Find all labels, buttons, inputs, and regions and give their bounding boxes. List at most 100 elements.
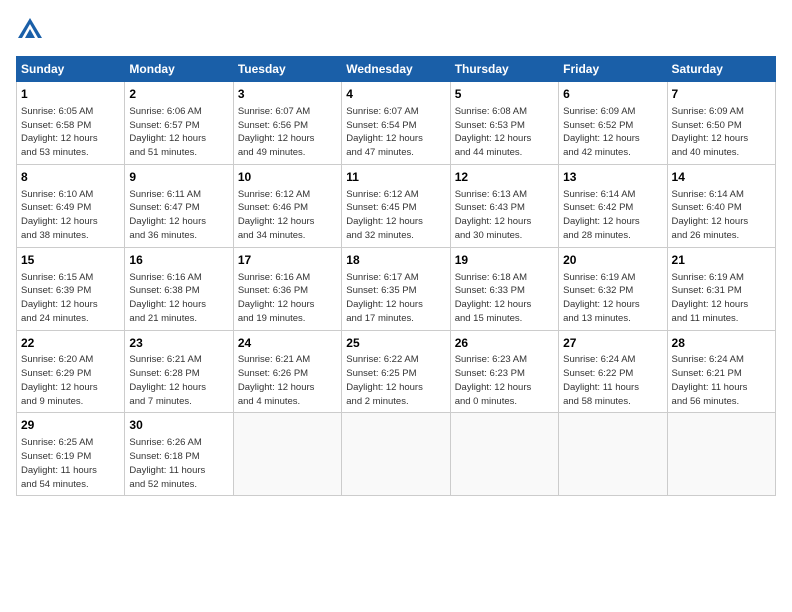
day-number: 5: [455, 86, 554, 103]
day-number: 17: [238, 252, 337, 269]
day-number: 8: [21, 169, 120, 186]
day-number: 19: [455, 252, 554, 269]
day-number: 25: [346, 335, 445, 352]
calendar-cell: 5 Sunrise: 6:08 AMSunset: 6:53 PMDaylight…: [450, 82, 558, 165]
calendar-cell: 20 Sunrise: 6:19 AMSunset: 6:32 PMDayligh…: [559, 247, 667, 330]
day-info: Sunrise: 6:06 AMSunset: 6:57 PMDaylight:…: [129, 105, 228, 160]
day-info: Sunrise: 6:09 AMSunset: 6:52 PMDaylight:…: [563, 105, 662, 160]
day-info: Sunrise: 6:21 AMSunset: 6:26 PMDaylight:…: [238, 353, 337, 408]
day-number: 12: [455, 169, 554, 186]
day-number: 26: [455, 335, 554, 352]
day-number: 6: [563, 86, 662, 103]
calendar-cell: 8 Sunrise: 6:10 AMSunset: 6:49 PMDaylight…: [17, 164, 125, 247]
calendar-cell: 13 Sunrise: 6:14 AMSunset: 6:42 PMDayligh…: [559, 164, 667, 247]
day-number: 9: [129, 169, 228, 186]
calendar-cell: 4 Sunrise: 6:07 AMSunset: 6:54 PMDaylight…: [342, 82, 450, 165]
weekday-header-sunday: Sunday: [17, 57, 125, 82]
day-info: Sunrise: 6:19 AMSunset: 6:32 PMDaylight:…: [563, 271, 662, 326]
day-info: Sunrise: 6:23 AMSunset: 6:23 PMDaylight:…: [455, 353, 554, 408]
calendar-body: 1 Sunrise: 6:05 AMSunset: 6:58 PMDaylight…: [17, 82, 776, 496]
calendar-cell: 23Sunrise: 6:21 AMSunset: 6:28 PMDayligh…: [125, 330, 233, 413]
header: [16, 16, 776, 44]
day-info: Sunrise: 6:15 AMSunset: 6:39 PMDaylight:…: [21, 271, 120, 326]
calendar-week-row: 1 Sunrise: 6:05 AMSunset: 6:58 PMDaylight…: [17, 82, 776, 165]
calendar-cell: 21 Sunrise: 6:19 AMSunset: 6:31 PMDayligh…: [667, 247, 775, 330]
calendar-cell: 9Sunrise: 6:11 AMSunset: 6:47 PMDaylight…: [125, 164, 233, 247]
day-info: Sunrise: 6:21 AMSunset: 6:28 PMDaylight:…: [129, 353, 228, 408]
day-info: Sunrise: 6:24 AMSunset: 6:21 PMDaylight:…: [672, 353, 771, 408]
weekday-header-thursday: Thursday: [450, 57, 558, 82]
day-number: 3: [238, 86, 337, 103]
day-info: Sunrise: 6:07 AMSunset: 6:54 PMDaylight:…: [346, 105, 445, 160]
day-info: Sunrise: 6:12 AMSunset: 6:46 PMDaylight:…: [238, 188, 337, 243]
day-number: 13: [563, 169, 662, 186]
calendar-cell: [559, 413, 667, 496]
day-info: Sunrise: 6:14 AMSunset: 6:40 PMDaylight:…: [672, 188, 771, 243]
calendar-cell: 29 Sunrise: 6:25 AMSunset: 6:19 PMDayligh…: [17, 413, 125, 496]
day-number: 22: [21, 335, 120, 352]
day-number: 14: [672, 169, 771, 186]
weekday-header-friday: Friday: [559, 57, 667, 82]
weekday-header-saturday: Saturday: [667, 57, 775, 82]
calendar-cell: 17Sunrise: 6:16 AMSunset: 6:36 PMDayligh…: [233, 247, 341, 330]
day-number: 30: [129, 417, 228, 434]
calendar-cell: 30Sunrise: 6:26 AMSunset: 6:18 PMDayligh…: [125, 413, 233, 496]
calendar-cell: 12 Sunrise: 6:13 AMSunset: 6:43 PMDayligh…: [450, 164, 558, 247]
day-info: Sunrise: 6:10 AMSunset: 6:49 PMDaylight:…: [21, 188, 120, 243]
day-info: Sunrise: 6:08 AMSunset: 6:53 PMDaylight:…: [455, 105, 554, 160]
day-number: 15: [21, 252, 120, 269]
calendar-header: SundayMondayTuesdayWednesdayThursdayFrid…: [17, 57, 776, 82]
day-info: Sunrise: 6:12 AMSunset: 6:45 PMDaylight:…: [346, 188, 445, 243]
calendar-cell: 3 Sunrise: 6:07 AMSunset: 6:56 PMDaylight…: [233, 82, 341, 165]
day-info: Sunrise: 6:14 AMSunset: 6:42 PMDaylight:…: [563, 188, 662, 243]
day-info: Sunrise: 6:17 AMSunset: 6:35 PMDaylight:…: [346, 271, 445, 326]
weekday-header-tuesday: Tuesday: [233, 57, 341, 82]
calendar-cell: 15 Sunrise: 6:15 AMSunset: 6:39 PMDayligh…: [17, 247, 125, 330]
calendar-cell: 24Sunrise: 6:21 AMSunset: 6:26 PMDayligh…: [233, 330, 341, 413]
day-number: 29: [21, 417, 120, 434]
calendar-week-row: 22Sunrise: 6:20 AMSunset: 6:29 PMDayligh…: [17, 330, 776, 413]
day-number: 16: [129, 252, 228, 269]
logo: [16, 16, 48, 44]
day-info: Sunrise: 6:25 AMSunset: 6:19 PMDaylight:…: [21, 436, 120, 491]
weekday-header-monday: Monday: [125, 57, 233, 82]
calendar-cell: [342, 413, 450, 496]
day-info: Sunrise: 6:13 AMSunset: 6:43 PMDaylight:…: [455, 188, 554, 243]
day-number: 2: [129, 86, 228, 103]
calendar-cell: [233, 413, 341, 496]
day-info: Sunrise: 6:09 AMSunset: 6:50 PMDaylight:…: [672, 105, 771, 160]
day-info: Sunrise: 6:19 AMSunset: 6:31 PMDaylight:…: [672, 271, 771, 326]
calendar-cell: 16 Sunrise: 6:16 AMSunset: 6:38 PMDayligh…: [125, 247, 233, 330]
calendar-cell: 28Sunrise: 6:24 AMSunset: 6:21 PMDayligh…: [667, 330, 775, 413]
day-number: 11: [346, 169, 445, 186]
day-info: Sunrise: 6:05 AMSunset: 6:58 PMDaylight:…: [21, 105, 120, 160]
calendar-cell: 11 Sunrise: 6:12 AMSunset: 6:45 PMDayligh…: [342, 164, 450, 247]
day-info: Sunrise: 6:16 AMSunset: 6:38 PMDaylight:…: [129, 271, 228, 326]
day-number: 4: [346, 86, 445, 103]
calendar-week-row: 15 Sunrise: 6:15 AMSunset: 6:39 PMDayligh…: [17, 247, 776, 330]
calendar-week-row: 8 Sunrise: 6:10 AMSunset: 6:49 PMDaylight…: [17, 164, 776, 247]
day-number: 1: [21, 86, 120, 103]
day-number: 21: [672, 252, 771, 269]
calendar-cell: 10 Sunrise: 6:12 AMSunset: 6:46 PMDayligh…: [233, 164, 341, 247]
calendar-cell: 26Sunrise: 6:23 AMSunset: 6:23 PMDayligh…: [450, 330, 558, 413]
day-info: Sunrise: 6:07 AMSunset: 6:56 PMDaylight:…: [238, 105, 337, 160]
weekday-header-wednesday: Wednesday: [342, 57, 450, 82]
day-info: Sunrise: 6:20 AMSunset: 6:29 PMDaylight:…: [21, 353, 120, 408]
calendar-week-row: 29 Sunrise: 6:25 AMSunset: 6:19 PMDayligh…: [17, 413, 776, 496]
day-number: 23: [129, 335, 228, 352]
page-container: SundayMondayTuesdayWednesdayThursdayFrid…: [0, 0, 792, 504]
day-number: 20: [563, 252, 662, 269]
day-info: Sunrise: 6:22 AMSunset: 6:25 PMDaylight:…: [346, 353, 445, 408]
day-number: 28: [672, 335, 771, 352]
calendar-table: SundayMondayTuesdayWednesdayThursdayFrid…: [16, 56, 776, 496]
day-number: 10: [238, 169, 337, 186]
calendar-cell: 19Sunrise: 6:18 AMSunset: 6:33 PMDayligh…: [450, 247, 558, 330]
calendar-cell: 6 Sunrise: 6:09 AMSunset: 6:52 PMDaylight…: [559, 82, 667, 165]
calendar-cell: [450, 413, 558, 496]
calendar-cell: 22Sunrise: 6:20 AMSunset: 6:29 PMDayligh…: [17, 330, 125, 413]
day-number: 7: [672, 86, 771, 103]
calendar-cell: [667, 413, 775, 496]
calendar-cell: 1 Sunrise: 6:05 AMSunset: 6:58 PMDaylight…: [17, 82, 125, 165]
calendar-cell: 2 Sunrise: 6:06 AMSunset: 6:57 PMDaylight…: [125, 82, 233, 165]
